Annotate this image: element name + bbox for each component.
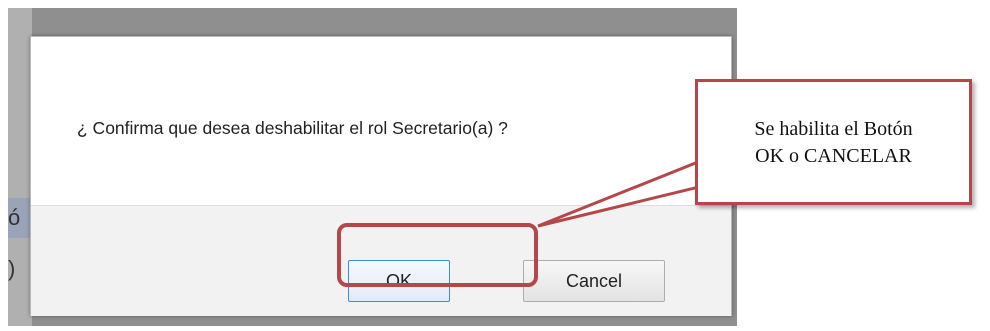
ok-button[interactable]: OK	[348, 260, 450, 302]
screenshot-area: ó ) ¿ Confirma que desea deshabilitar el…	[8, 8, 737, 326]
annotation-callout: Se habilita el Botón OK o CANCELAR	[695, 79, 972, 205]
annotation-line-1: Se habilita el Botón	[754, 118, 913, 140]
annotation-line-2: OK o CANCELAR	[755, 145, 912, 167]
background-text-fragment: )	[8, 256, 16, 281]
cancel-button[interactable]: Cancel	[523, 260, 665, 302]
dialog-body: ¿ Confirma que desea deshabilitar el rol…	[31, 37, 731, 205]
confirm-message: ¿ Confirma que desea deshabilitar el rol…	[77, 118, 508, 138]
background-text-fragment: ó	[8, 205, 21, 230]
dialog-footer: OK Cancel	[31, 205, 731, 316]
confirm-dialog: ¿ Confirma que desea deshabilitar el rol…	[30, 36, 732, 316]
